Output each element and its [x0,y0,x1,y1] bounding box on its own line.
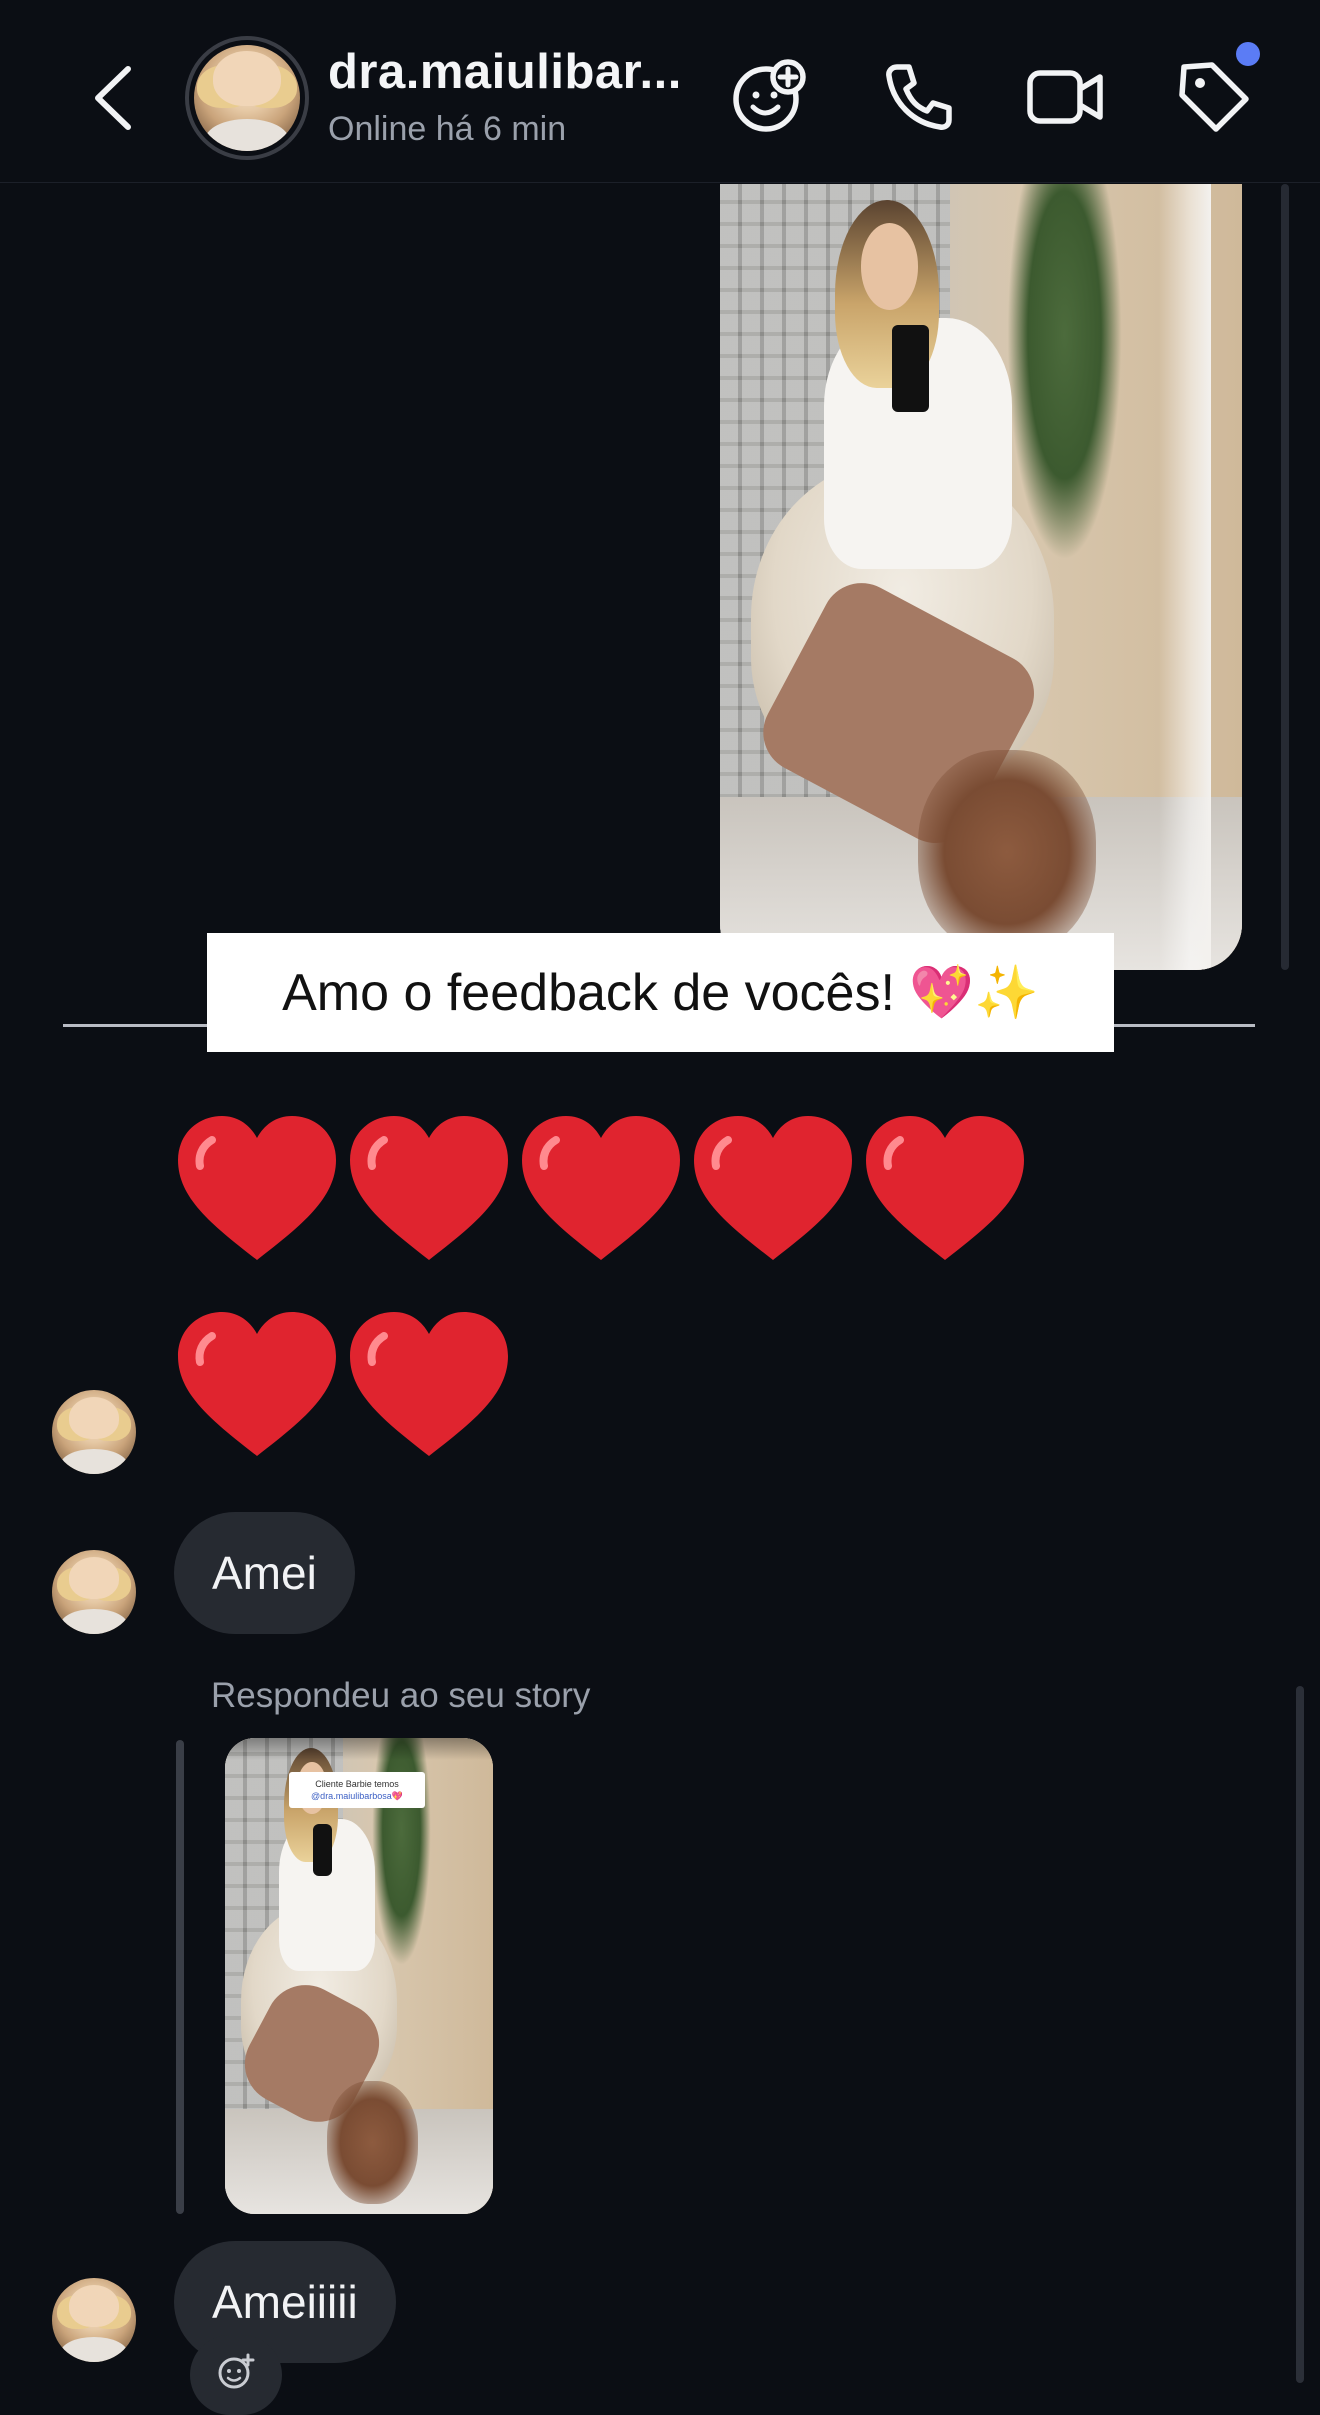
face-plus-icon [733,59,806,132]
message-text: Amei [212,1547,317,1599]
heart-icon [350,1312,508,1456]
contact-avatar[interactable] [185,36,309,160]
notification-dot [1236,42,1260,66]
heart-icon [178,1116,336,1260]
scrollbar-top[interactable] [1281,184,1289,970]
tag-icon [1179,62,1249,132]
online-status: Online há 6 min [328,110,567,148]
shared-post-image[interactable] [720,184,1242,970]
heart-icon [694,1116,852,1260]
video-call-button[interactable] [1024,55,1108,139]
heart-icon [350,1116,508,1260]
sender-avatar[interactable] [52,1550,136,1634]
video-camera-icon [1027,70,1103,124]
scrollbar-bottom[interactable] [1296,1686,1304,2383]
contact-avatar-image [194,45,300,151]
message-bubble[interactable]: Amei [174,1512,355,1634]
add-reaction-button[interactable] [190,2335,282,2415]
post-caption: Amo o feedback de vocês! 💖✨ [207,933,1114,1052]
emoji-plus-icon [218,2353,255,2389]
contact-name[interactable]: dra.maiulibar... [328,44,682,100]
back-button[interactable] [84,58,140,138]
phone-icon [886,64,952,130]
message-text: Ameiiiii [212,2276,358,2328]
chat-header: dra.maiulibar... Online há 6 min [0,0,1320,183]
tag-button[interactable] [1172,55,1256,139]
heart-icon [522,1116,680,1260]
voice-call-button[interactable] [877,55,961,139]
reply-quote-bar [176,1740,184,2214]
sender-avatar[interactable] [52,2278,136,2362]
heart-icon [178,1312,336,1456]
story-thumbnail[interactable]: Cliente Barbie temos @dra.maiulibarbosa💖 [225,1738,493,2214]
story-caption: Cliente Barbie temos @dra.maiulibarbosa💖 [289,1772,425,1808]
heart-icon [866,1116,1024,1260]
story-reply-label: Respondeu ao seu story [211,1676,591,1715]
chevron-left-icon [95,66,131,130]
effects-button[interactable] [728,55,812,139]
sender-avatar[interactable] [52,1390,136,1474]
